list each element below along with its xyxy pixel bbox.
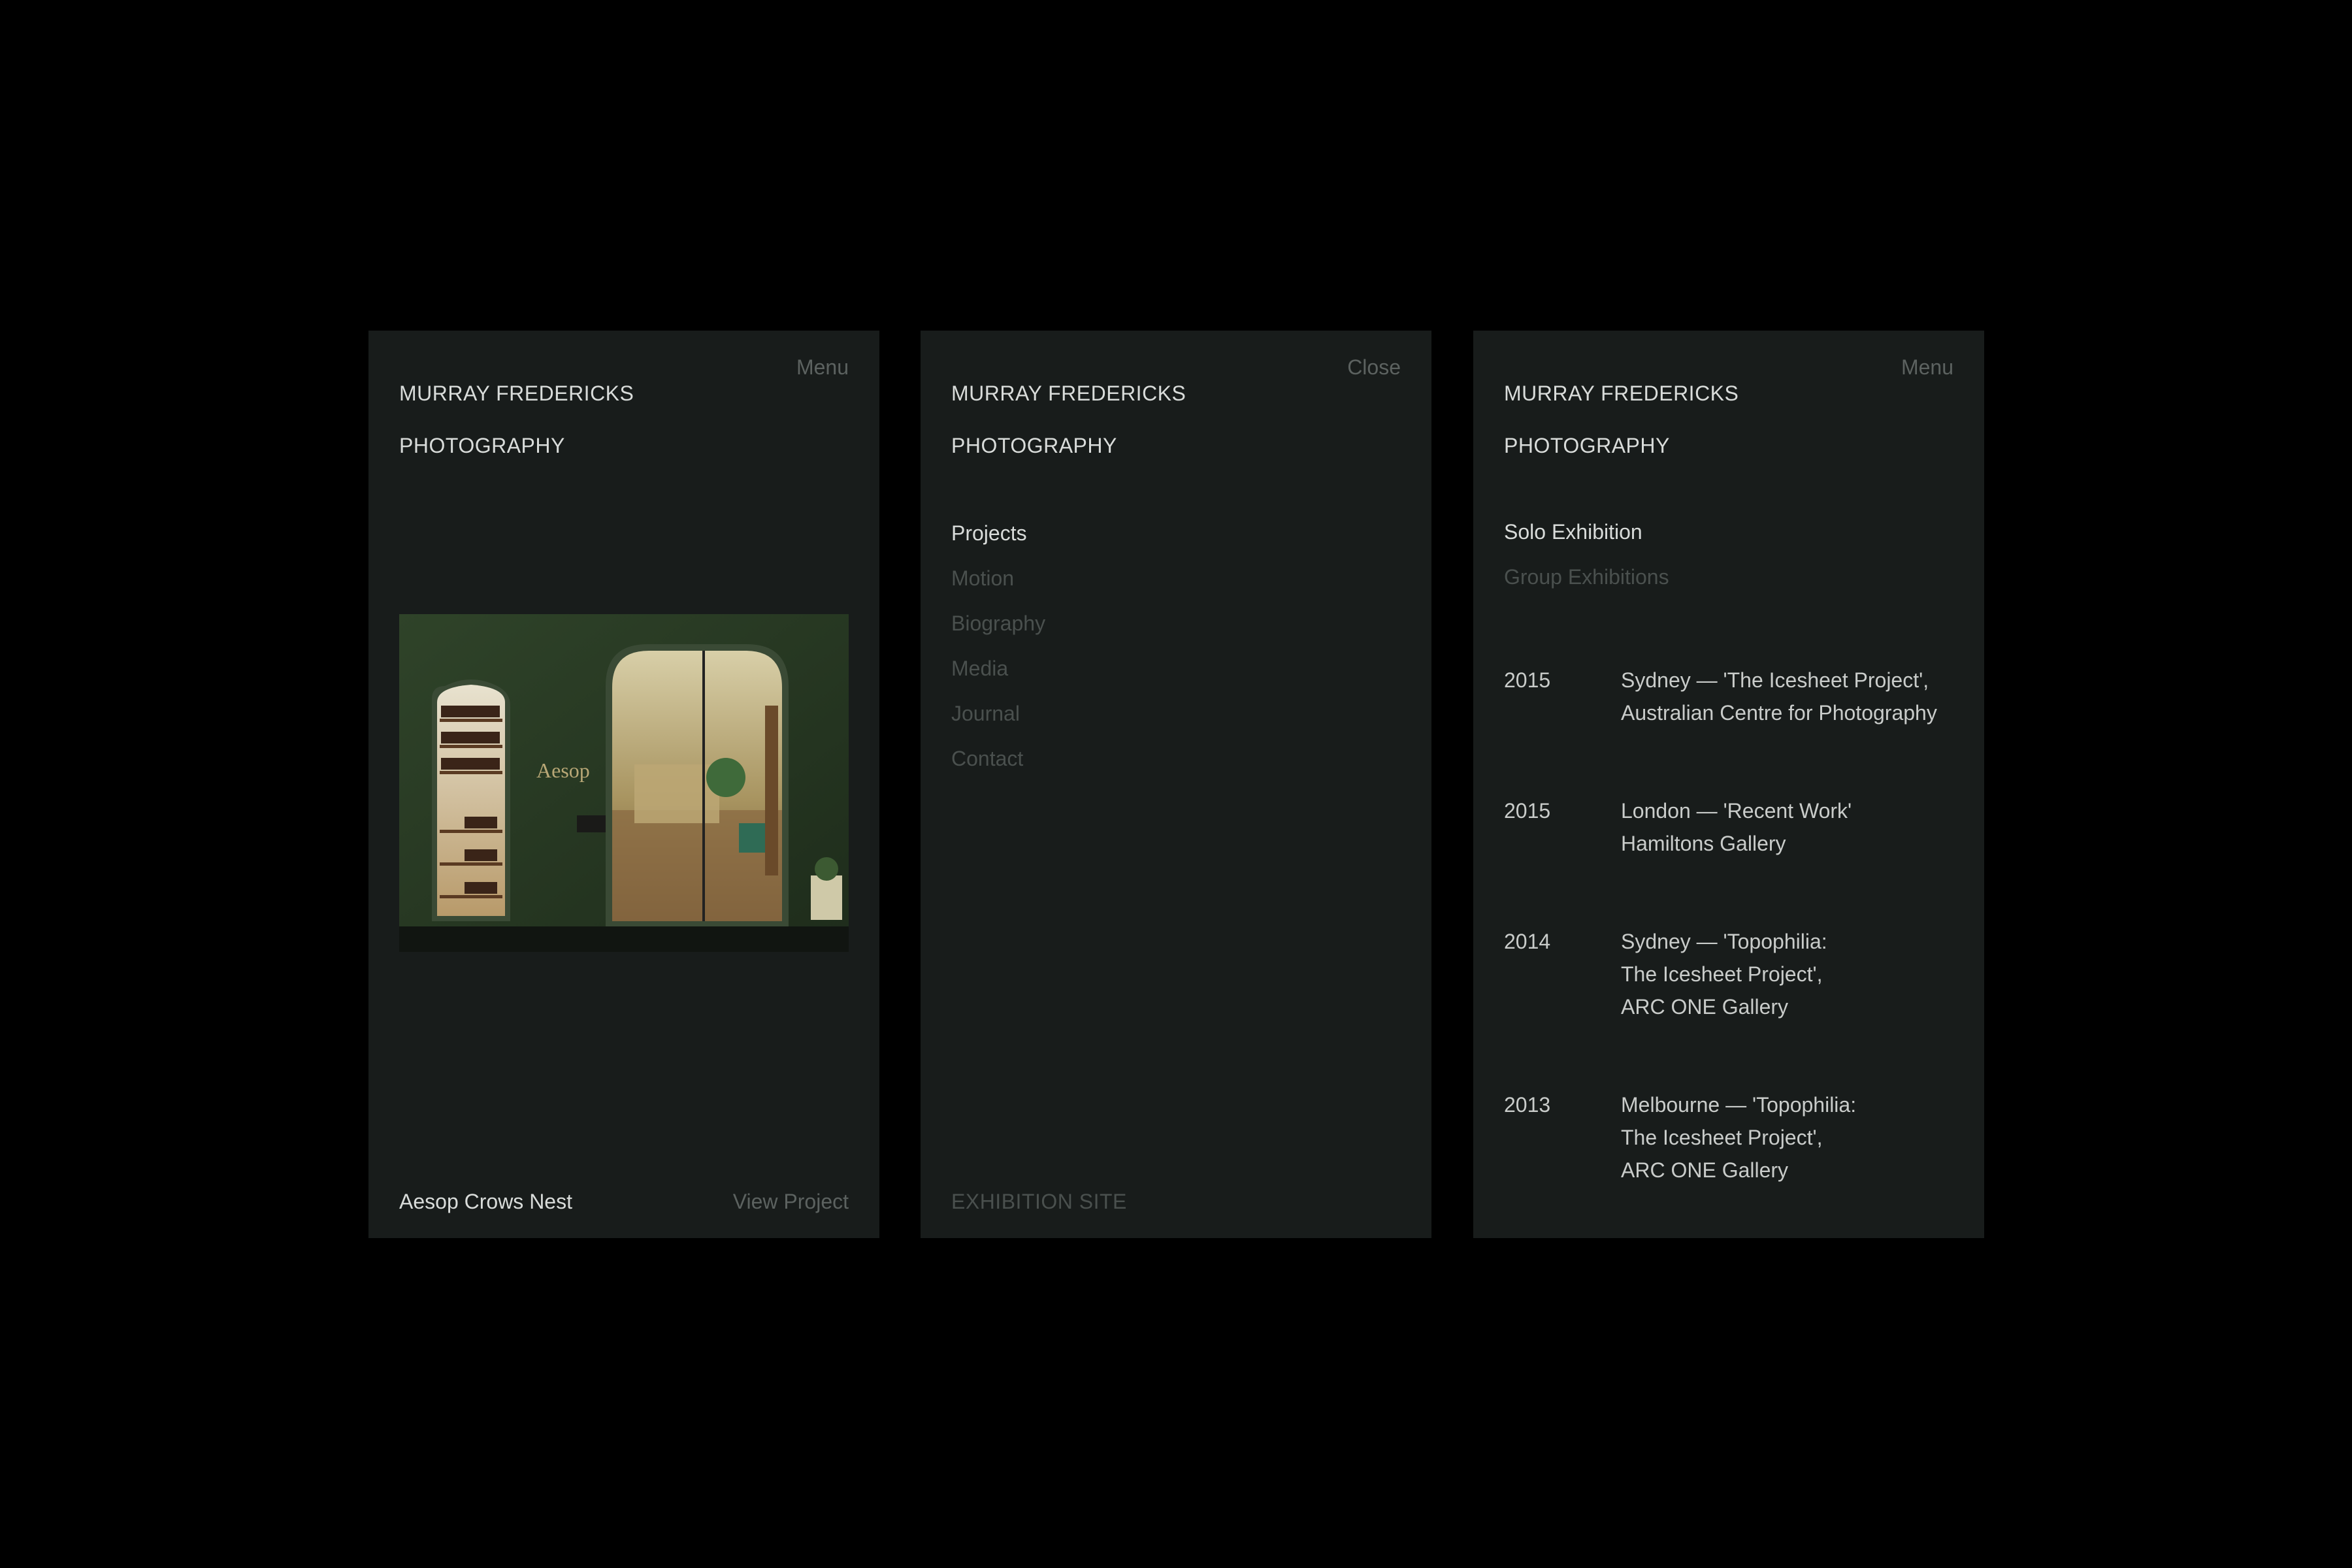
view-project-link[interactable]: View Project [733,1188,849,1215]
brand-line-2: PHOTOGRAPHY [399,434,565,457]
exhibition-line: The Icesheet Project', [1621,1126,1823,1149]
brand-line-2: PHOTOGRAPHY [951,434,1117,457]
brand-line-2: PHOTOGRAPHY [1504,434,1670,457]
exhibition-line: Sydney — 'Topophilia: [1621,930,1827,953]
project-title: Aesop Crows Nest [399,1190,572,1213]
main-nav: Projects Motion Biography Media Journal … [951,520,1045,791]
storefront-sign: Aesop [536,759,590,782]
exhibition-row[interactable]: 2013 Melbourne — 'Topophilia: The Iceshe… [1504,1088,1961,1186]
brand-logo[interactable]: MURRAY FREDERICKS PHOTOGRAPHY [951,354,1226,459]
exhibition-line: Sydney — 'The Icesheet Project', [1621,668,1929,692]
exhibition-tabs: Solo Exhibition Group Exhibitions [1504,519,1669,609]
storefront-illustration: Aesop [399,614,849,952]
exhibition-year: 2014 [1504,930,1551,953]
exhibition-description: London — 'Recent Work' Hamiltons Gallery [1621,794,1961,860]
brand-line-1: MURRAY FREDERICKS [1504,382,1739,405]
exhibition-row[interactable]: 2014 Sydney — 'Topophilia: The Icesheet … [1504,925,1961,1023]
brand-logo[interactable]: MURRAY FREDERICKS PHOTOGRAPHY [1504,354,1778,459]
exhibition-row[interactable]: 2015 Sydney — 'The Icesheet Project', Au… [1504,664,1961,729]
close-button[interactable]: Close [1347,354,1401,380]
nav-item-biography[interactable]: Biography [951,610,1045,655]
exhibition-line: London — 'Recent Work' [1621,799,1852,823]
nav-item-projects[interactable]: Projects [951,520,1045,565]
project-hero-image[interactable]: Aesop [399,614,849,952]
brand-line-1: MURRAY FREDERICKS [399,382,634,405]
exhibition-year: 2015 [1504,668,1551,692]
nav-item-journal[interactable]: Journal [951,700,1045,745]
stage: MURRAY FREDERICKS PHOTOGRAPHY Menu Aesop… [0,0,2352,1568]
exhibition-line: ARC ONE Gallery [1621,995,1789,1019]
exhibition-list: 2015 Sydney — 'The Icesheet Project', Au… [1504,664,1961,1186]
nav-item-contact[interactable]: Contact [951,745,1045,791]
exhibition-year: 2013 [1504,1093,1551,1117]
menu-button[interactable]: Menu [1901,354,1953,380]
exhibition-line: Melbourne — 'Topophilia: [1621,1093,1857,1117]
nav-item-motion[interactable]: Motion [951,565,1045,610]
tab-group-exhibitions[interactable]: Group Exhibitions [1504,564,1669,609]
nav-item-media[interactable]: Media [951,655,1045,700]
exhibition-site-link[interactable]: EXHIBITION SITE [951,1188,1127,1215]
exhibition-description: Melbourne — 'Topophilia: The Icesheet Pr… [1621,1088,1961,1186]
tab-solo-exhibition[interactable]: Solo Exhibition [1504,519,1669,564]
exhibition-line: ARC ONE Gallery [1621,1158,1789,1182]
brand-logo[interactable]: MURRAY FREDERICKS PHOTOGRAPHY [399,354,674,459]
exhibition-line: The Icesheet Project', [1621,962,1823,986]
exhibition-description: Sydney — 'Topophilia: The Icesheet Proje… [1621,925,1961,1023]
screen-exhibitions: MURRAY FREDERICKS PHOTOGRAPHY Menu Solo … [1473,331,1984,1238]
screen-menu: MURRAY FREDERICKS PHOTOGRAPHY Close Proj… [921,331,1431,1238]
exhibition-row[interactable]: 2015 London — 'Recent Work' Hamiltons Ga… [1504,794,1961,860]
brand-line-1: MURRAY FREDERICKS [951,382,1186,405]
exhibition-year: 2015 [1504,799,1551,823]
screen-home: MURRAY FREDERICKS PHOTOGRAPHY Menu Aesop… [368,331,879,1238]
menu-button[interactable]: Menu [796,354,849,380]
exhibition-line: Australian Centre for Photography [1621,701,1937,725]
exhibition-description: Sydney — 'The Icesheet Project', Austral… [1621,664,1961,729]
exhibition-line: Hamiltons Gallery [1621,832,1786,855]
